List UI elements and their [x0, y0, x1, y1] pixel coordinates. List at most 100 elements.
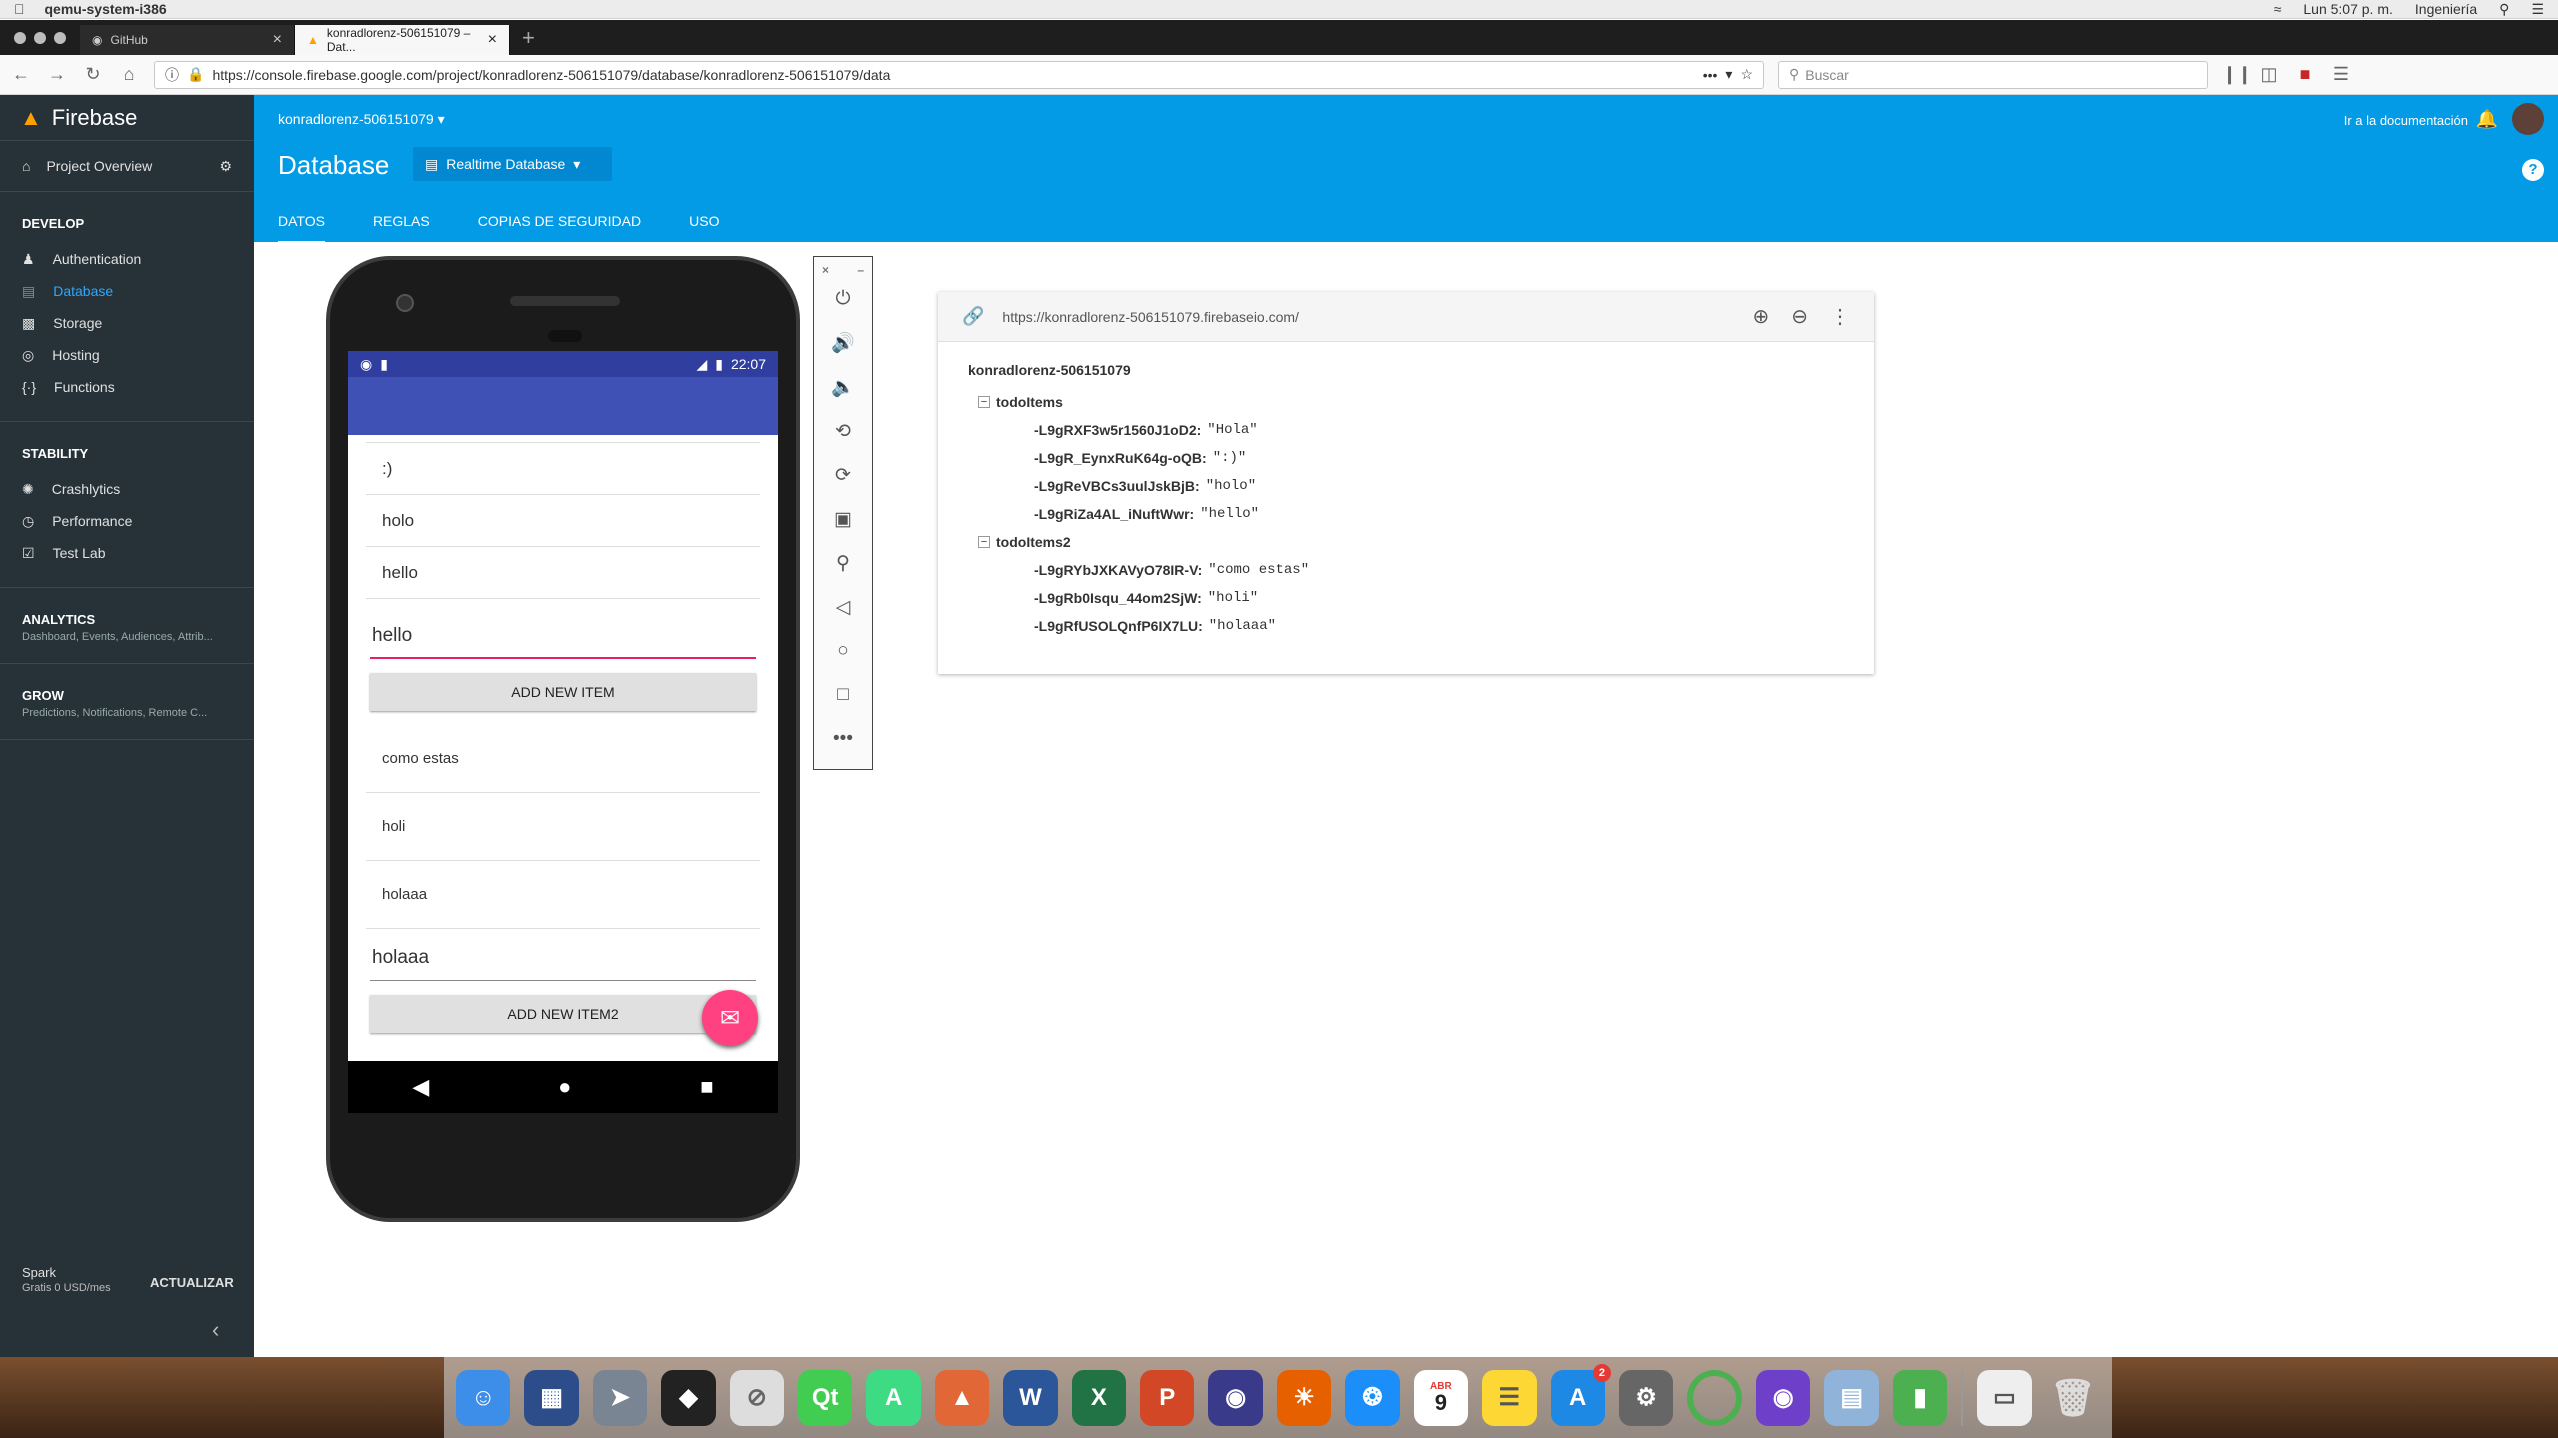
qt-icon[interactable]: Qt [798, 1369, 853, 1426]
library-icon[interactable]: ❙❙ [2222, 64, 2252, 85]
tab-reglas[interactable]: REGLAS [373, 213, 430, 244]
list-item[interactable]: :) [366, 443, 760, 495]
sidebar-item-storage[interactable]: ▩ Storage [0, 307, 254, 339]
notes-icon[interactable]: ☰ [1482, 1369, 1537, 1426]
notifications-bell-icon[interactable]: 🔔 [2476, 109, 2498, 130]
forward-icon[interactable]: → [46, 64, 68, 85]
tree-entry[interactable]: -L9gReVBCs3uulJskBjB: "holo" [968, 472, 1844, 500]
database-url[interactable]: https://konradlorenz-506151079.firebasei… [1002, 309, 1299, 325]
tree-entry[interactable]: -L9gR_EynxRuK64g-oQB: ":)" [968, 444, 1844, 472]
recents-square-icon[interactable]: ■ [700, 1074, 713, 1100]
mail-fab-button[interactable]: ✉ [702, 990, 758, 1046]
firefox-icon[interactable]: ☀ [1276, 1369, 1332, 1426]
list-item[interactable]: hello [366, 547, 760, 599]
tree-entry[interactable]: -L9gRXF3w5r1560J1oD2: "Hola" [968, 416, 1844, 444]
avatar[interactable] [2512, 103, 2544, 135]
github-desktop-icon[interactable]: ◉ [1756, 1369, 1811, 1426]
collapse-sidebar-icon[interactable]: ‹ [212, 1317, 219, 1343]
back-icon[interactable]: ◁ [814, 585, 872, 629]
sidebar-item-analytics[interactable]: ANALYTICS Dashboard, Events, Audiences, … [0, 612, 254, 643]
rotate-left-icon[interactable]: ⟲ [814, 409, 872, 453]
excel-icon[interactable]: X [1071, 1369, 1127, 1426]
extension-icon[interactable]: ■ [2294, 64, 2316, 85]
settings-gear-icon[interactable]: ⚙ [219, 158, 232, 175]
unity-icon[interactable]: ◆ [661, 1369, 716, 1426]
tab-firebase[interactable]: ▲ konradlorenz-506151079 – Dat... × [295, 25, 510, 55]
entry-value[interactable]: "hello" [1200, 506, 1259, 522]
back-icon[interactable]: ← [10, 64, 32, 85]
siri-icon[interactable]: ◉ [1208, 1369, 1263, 1426]
tab-copias[interactable]: COPIAS DE SEGURIDAD [478, 213, 641, 244]
entry-value[interactable]: "holo" [1206, 478, 1256, 494]
app-name[interactable]: qemu-system-i386 [45, 1, 167, 17]
add-new-item-button[interactable]: ADD NEW ITEM [370, 673, 756, 711]
safari-icon[interactable]: ❂ [1345, 1369, 1400, 1426]
minimize-icon[interactable]: – [857, 263, 864, 277]
new-tab-button[interactable]: + [510, 25, 547, 51]
back-triangle-icon[interactable]: ◀ [412, 1074, 429, 1100]
add-circle-icon[interactable]: ⊕ [1752, 304, 1769, 329]
tree-entry[interactable]: -L9gRb0Isqu_44om2SjW: "holi" [968, 584, 1844, 612]
entry-value[interactable]: "holi" [1208, 590, 1258, 606]
word-icon[interactable]: W [1003, 1369, 1058, 1426]
window-thumbnail-icon[interactable]: ▭ [1977, 1369, 2032, 1426]
launchpad-icon[interactable]: ➤ [592, 1369, 648, 1426]
tree-node-todoitems2[interactable]: − todoItems2 [968, 528, 1844, 556]
close-icon[interactable]: × [822, 263, 829, 277]
android-studio-icon[interactable]: A [866, 1369, 921, 1426]
system-preferences-icon[interactable]: ⚙ [1618, 1369, 1674, 1426]
zoom-icon[interactable]: ⚲ [814, 541, 872, 585]
volume-down-icon[interactable]: 🔈 [814, 365, 872, 409]
trash-icon[interactable]: 🗑 [2046, 1370, 2100, 1426]
reload-icon[interactable]: ↻ [82, 64, 104, 85]
help-icon[interactable]: ? [2522, 159, 2544, 181]
sidebar-icon[interactable]: ◫ [2258, 64, 2280, 85]
app-store-icon[interactable]: A2 [1550, 1363, 1611, 1426]
close-window-button[interactable] [14, 31, 26, 44]
home-circle-icon[interactable]: ● [558, 1074, 571, 1100]
home-icon[interactable]: ○ [814, 629, 872, 673]
power-icon[interactable]: ⏻ [814, 277, 872, 321]
spotlight-icon[interactable]: ⚲ [2499, 1, 2509, 18]
entry-value[interactable]: "Hola" [1207, 422, 1257, 438]
sidebar-item-database[interactable]: ▤ Database [0, 275, 254, 307]
tab-github[interactable]: ◉ GitHub × [80, 25, 295, 55]
close-tab-icon[interactable]: × [488, 31, 497, 49]
list-item[interactable]: como estas [366, 725, 760, 793]
ring-app-icon[interactable] [1687, 1369, 1743, 1426]
sidebar-item-grow[interactable]: GROW Predictions, Notifications, Remote … [0, 688, 254, 719]
calendar-icon[interactable]: ABR 9 [1413, 1369, 1469, 1426]
home-icon[interactable]: ⌂ [118, 64, 140, 85]
more-vert-icon[interactable]: ⋮ [1830, 304, 1850, 329]
page-actions-icon[interactable]: ••• [1703, 67, 1718, 83]
minimize-window-button[interactable] [34, 31, 46, 44]
no-entry-icon[interactable]: ⊘ [729, 1369, 785, 1426]
tree-entry[interactable]: -L9gRYbJXKAVyO78IR-V: "como estas" [968, 556, 1844, 584]
pocket-icon[interactable]: ▾ [1725, 66, 1732, 83]
preview-icon[interactable]: ▤ [1824, 1369, 1879, 1426]
info-icon[interactable]: ⓘ [165, 65, 179, 85]
tree-node-todoitems[interactable]: − todoItems [968, 388, 1844, 416]
new-item2-input[interactable]: holaaa [370, 947, 756, 981]
list-item[interactable]: holo [366, 495, 760, 547]
tree-entry[interactable]: -L9gRfUSOLQnfP6IX7LU: "holaaa" [968, 612, 1844, 640]
android-file-icon[interactable]: ▮ [1892, 1369, 1948, 1426]
volume-up-icon[interactable]: 🔊 [814, 321, 872, 365]
project-selector[interactable]: konradlorenz-506151079 ▾ [278, 111, 445, 128]
sidebar-item-crashlytics[interactable]: ✺ Crashlytics [0, 473, 254, 505]
sidebar-item-performance[interactable]: ◷ Performance [0, 505, 254, 537]
entry-value[interactable]: "como estas" [1208, 562, 1309, 578]
wifi-icon[interactable]: ≈ [2274, 1, 2282, 17]
database-type-select[interactable]: ▤ Realtime Database ▾ [413, 147, 612, 181]
address-bar[interactable]: ⓘ 🔒 https://console.firebase.google.com/… [154, 60, 1764, 89]
docs-link[interactable]: Ir a la documentación [2344, 113, 2468, 128]
zoom-window-button[interactable] [54, 31, 66, 44]
user-name[interactable]: Ingeniería [2415, 1, 2477, 17]
sidebar-item-hosting[interactable]: ◎ Hosting [0, 339, 254, 371]
tree-root[interactable]: konradlorenz-506151079 [968, 362, 1844, 378]
sidebar-item-authentication[interactable]: ♟ Authentication [0, 243, 254, 275]
sidebar-item-functions[interactable]: {·} Functions [0, 371, 254, 403]
virtualbox-icon[interactable]: ▦ [524, 1369, 579, 1426]
apple-icon[interactable]:  [14, 1, 25, 17]
more-icon[interactable]: ••• [814, 717, 872, 761]
